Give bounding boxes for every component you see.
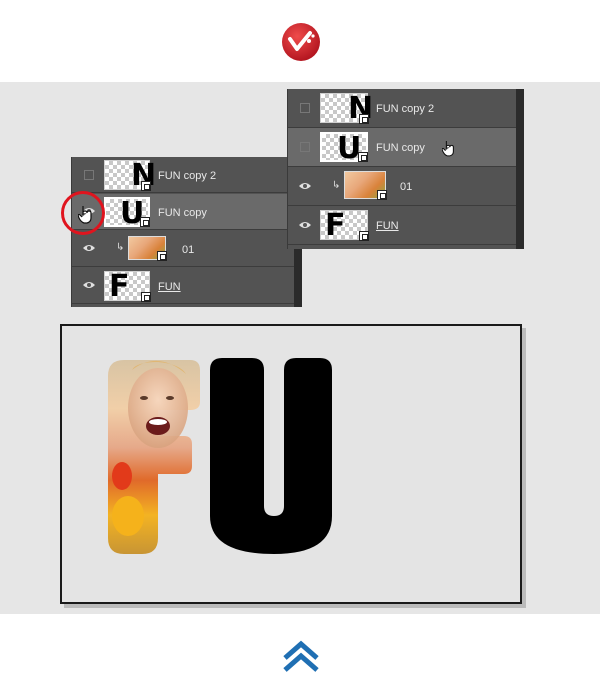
layer-name[interactable]: 01 — [182, 244, 194, 256]
smart-object-badge-icon — [157, 251, 167, 261]
hand-cursor-icon — [442, 141, 454, 157]
layer-row-fun-copy-2[interactable]: N FUN copy 2 — [72, 157, 294, 193]
layer-row-fun-copy[interactable]: U FUN copy — [288, 128, 516, 167]
clipping-arrow-icon: ↳ — [116, 242, 125, 253]
eye-icon[interactable] — [298, 181, 312, 191]
layer-row-fun-copy[interactable]: U FUN copy — [72, 194, 294, 231]
layer-name[interactable]: FUN — [158, 281, 181, 293]
smart-object-badge-icon — [358, 152, 368, 162]
layer-row-fun[interactable]: F FUN — [72, 268, 294, 304]
smart-object-badge-icon — [141, 181, 151, 191]
layers-panel-right: N FUN copy 2 U FUN copy ↳ 01 F FUN — [287, 89, 524, 249]
hand-cursor-icon — [78, 206, 92, 224]
layer-name[interactable]: 01 — [400, 181, 412, 193]
visibility-toggle-off[interactable] — [84, 170, 94, 180]
eye-icon[interactable] — [82, 243, 96, 253]
fun-letters-artwork — [108, 358, 332, 554]
layer-row-01[interactable]: ↳ 01 — [288, 167, 516, 206]
layers-panel-left: N FUN copy 2 U FUN copy ↳ 01 F FUN — [71, 157, 302, 307]
layer-name[interactable]: FUN copy — [158, 207, 207, 219]
layer-thumbnail: F — [104, 270, 151, 304]
layer-row-fun[interactable]: F FUN — [288, 206, 516, 245]
layer-thumbnail: N — [320, 92, 373, 126]
canvas-preview — [60, 324, 522, 604]
smart-object-badge-icon — [359, 114, 369, 124]
layer-thumbnail: F — [320, 209, 369, 243]
layer-name[interactable]: FUN — [376, 220, 399, 232]
letter-u — [210, 358, 332, 554]
smart-object-badge-icon — [140, 217, 150, 227]
smart-object-badge-icon — [359, 231, 369, 241]
eye-icon[interactable] — [298, 220, 312, 230]
layer-thumbnail: U — [104, 197, 150, 231]
layer-row-fun-copy-2[interactable]: N FUN copy 2 — [288, 89, 516, 128]
layer-row-01[interactable]: ↳ 01 — [72, 231, 294, 267]
letter-f-photo — [108, 360, 200, 554]
layer-thumbnail: N — [104, 159, 156, 193]
clipping-arrow-icon: ↳ — [332, 180, 341, 191]
layer-name[interactable]: FUN copy 2 — [158, 170, 216, 182]
smart-object-badge-icon — [377, 190, 387, 200]
double-chevron-up-icon[interactable] — [283, 640, 319, 672]
photo-thumbnail — [344, 171, 387, 200]
photo-thumbnail — [128, 236, 167, 261]
layer-name[interactable]: FUN copy 2 — [376, 103, 434, 115]
layer-name[interactable]: FUN copy — [376, 142, 425, 154]
visibility-toggle-off[interactable] — [300, 142, 310, 152]
brand-logo-icon — [282, 23, 320, 61]
layer-thumbnail: U — [320, 132, 368, 166]
smart-object-badge-icon — [141, 292, 151, 302]
eye-icon[interactable] — [82, 280, 96, 290]
visibility-toggle-off[interactable] — [300, 103, 310, 113]
